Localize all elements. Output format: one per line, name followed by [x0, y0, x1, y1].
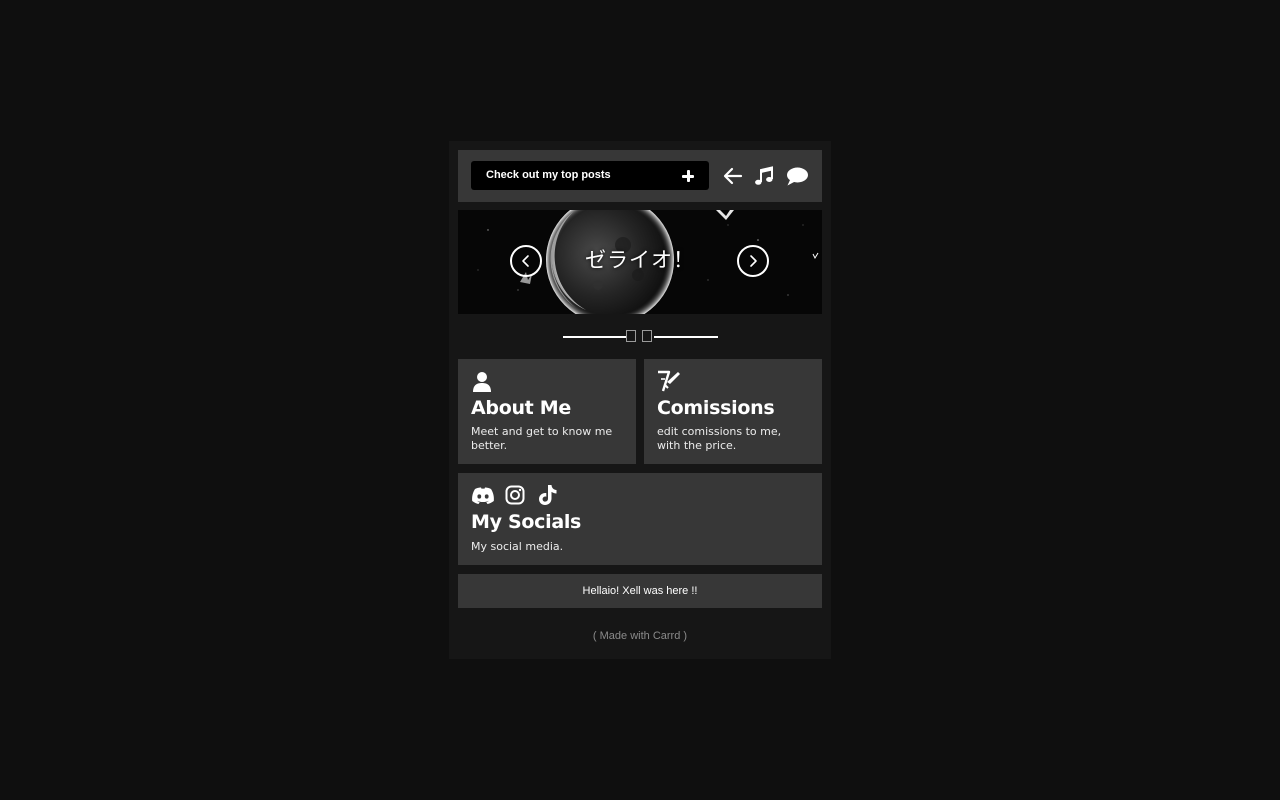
- socials-title: My Socials: [471, 511, 582, 533]
- commissions-description: edit comissions to me, with the price.: [657, 425, 782, 452]
- socials-card[interactable]: My Socials My social media.: [458, 473, 822, 565]
- top-bar: Check out my top posts: [458, 150, 822, 202]
- divider-line-left: [563, 336, 626, 338]
- instagram-icon[interactable]: [505, 485, 525, 509]
- footer-note: Hellaio! Xell was here !!: [458, 574, 822, 608]
- plus-icon: [682, 170, 694, 182]
- discord-icon[interactable]: [471, 486, 495, 510]
- about-me-card[interactable]: About Me Meet and get to know me better.: [458, 359, 636, 464]
- about-me-title: About Me: [471, 397, 571, 419]
- top-posts-label: Check out my top posts: [486, 169, 611, 181]
- page-container: Check out my top posts ゼライオ！ About Me Me…: [449, 141, 831, 659]
- chevron-right-icon: [750, 255, 757, 267]
- commissions-title: Comissions: [657, 397, 775, 419]
- divider-glyph: [642, 330, 652, 342]
- tiktok-icon[interactable]: [538, 484, 558, 510]
- commissions-card[interactable]: Comissions edit comissions to me, with t…: [644, 359, 822, 464]
- divider-line-right: [654, 336, 718, 338]
- arrow-left-icon[interactable]: [721, 164, 745, 188]
- socials-description: My social media.: [471, 540, 564, 553]
- about-me-description: Meet and get to know me better.: [471, 425, 613, 452]
- top-posts-button[interactable]: Check out my top posts: [471, 161, 709, 190]
- made-with-carrd-link[interactable]: ( Made with Carrd ): [449, 630, 831, 642]
- divider-glyph: [626, 330, 636, 342]
- music-note-icon[interactable]: [752, 164, 776, 188]
- carousel-next-button[interactable]: [737, 245, 769, 277]
- user-icon: [472, 371, 492, 397]
- section-divider: [449, 327, 831, 347]
- brush-icon: [656, 369, 682, 399]
- chat-bubble-icon[interactable]: [785, 164, 809, 188]
- banner-carousel: ゼライオ！: [458, 210, 822, 314]
